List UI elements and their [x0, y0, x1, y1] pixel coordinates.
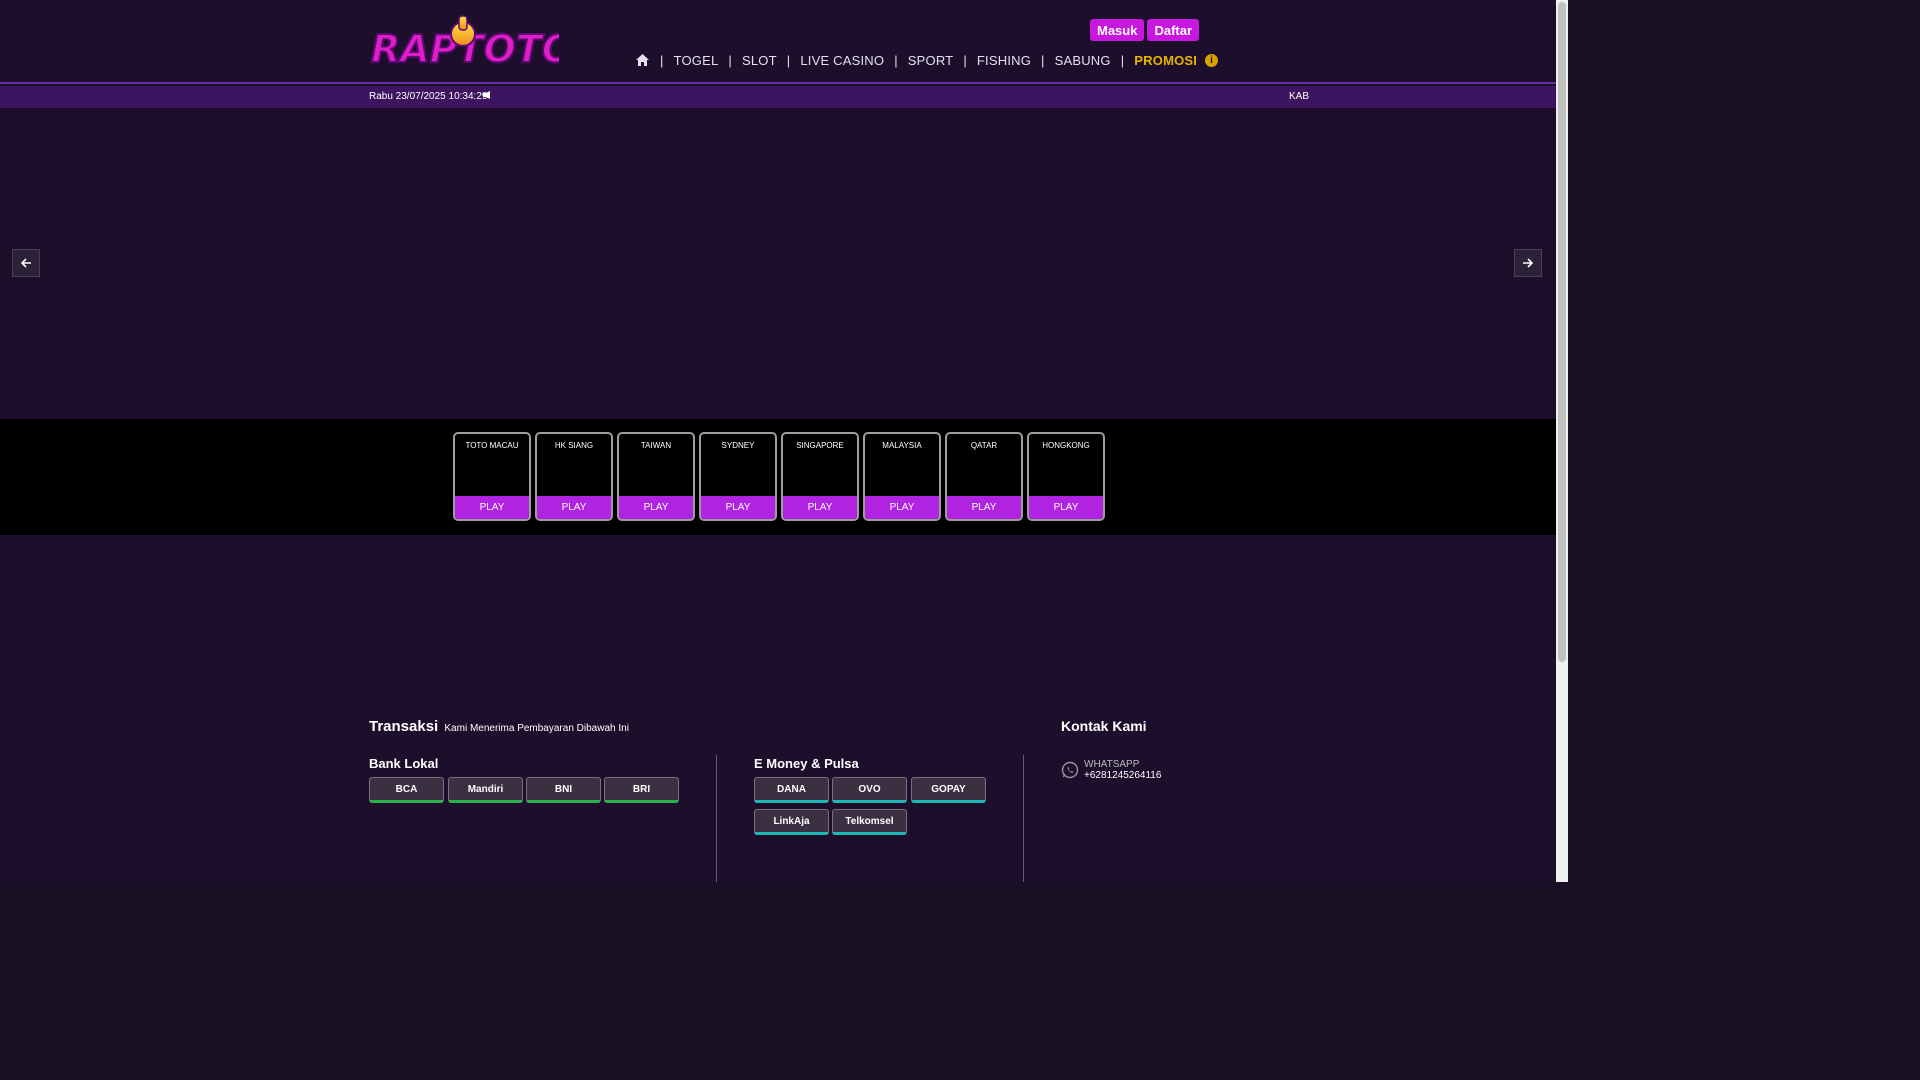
play-button[interactable]: PLAY: [701, 496, 775, 519]
market-card-malaysia[interactable]: MALAYSIA PLAY: [863, 432, 941, 521]
nav-separator: |: [660, 52, 664, 68]
raptoto-logo[interactable]: RAPTOTO: [369, 14, 559, 68]
market-card-taiwan[interactable]: TAIWAN PLAY: [617, 432, 695, 521]
nav-separator: |: [1120, 52, 1125, 68]
whatsapp-icon[interactable]: [1061, 761, 1079, 779]
arrow-right-icon[interactable]: [1514, 249, 1542, 277]
nav-item-sabung[interactable]: SABUNG: [1055, 53, 1111, 68]
contact-title: Kontak Kami: [1061, 718, 1147, 734]
nav-item-slot[interactable]: SLOT: [742, 53, 777, 68]
whatsapp-number[interactable]: +6281245264116: [1084, 770, 1161, 781]
market-name: MALAYSIA: [882, 441, 922, 450]
nav-item-fishing[interactable]: FISHING: [977, 53, 1031, 68]
play-button[interactable]: PLAY: [947, 496, 1021, 519]
market-card-hk-siang[interactable]: HK SIANG PLAY: [535, 432, 613, 521]
bank-bca[interactable]: BCA: [369, 777, 444, 803]
current-datetime: Rabu 23/07/2025 10:34:29: [369, 91, 488, 102]
bank-mandiri[interactable]: Mandiri: [448, 777, 523, 803]
market-name: TOTO MACAU: [465, 441, 519, 450]
bank-bni[interactable]: BNI: [526, 777, 601, 803]
play-button[interactable]: PLAY: [537, 496, 611, 519]
auth-buttons: Masuk Daftar: [1090, 19, 1200, 41]
market-card-qatar[interactable]: QATAR PLAY: [945, 432, 1023, 521]
market-name: HONGKONG: [1042, 441, 1090, 450]
transaksi-title: Transaksi: [369, 718, 439, 735]
market-list: TOTO MACAU PLAY HK SIANG PLAY TAIWAN PLA…: [453, 432, 1105, 521]
emoney-gopay[interactable]: GOPAY: [911, 777, 986, 803]
emoney-linkaja[interactable]: LinkAja: [754, 809, 829, 835]
column-divider: [1023, 755, 1024, 882]
emoney-telkomsel[interactable]: Telkomsel: [832, 809, 907, 835]
register-button[interactable]: Daftar: [1147, 19, 1200, 41]
info-icon[interactable]: i: [1205, 53, 1219, 67]
login-button[interactable]: Masuk: [1090, 19, 1145, 41]
scrollbar-thumb[interactable]: [1558, 2, 1566, 662]
site-header: RAPTOTO Masuk Daftar | TOGEL | SLOT | LI…: [0, 0, 1556, 84]
play-button[interactable]: PLAY: [1029, 496, 1103, 519]
play-button[interactable]: PLAY: [619, 496, 693, 519]
megaphone-icon: [483, 91, 492, 102]
play-button[interactable]: PLAY: [455, 496, 529, 519]
arrow-left-icon[interactable]: [12, 249, 40, 277]
nav-separator: |: [1041, 52, 1045, 68]
main-nav: | TOGEL | SLOT | LIVE CASINO | SPORT | F…: [634, 52, 1219, 68]
ticker-bar: Rabu 23/07/2025 10:34:29 KAB: [0, 86, 1556, 108]
column-divider: [716, 755, 717, 882]
market-name: SINGAPORE: [796, 441, 844, 450]
hero-banner: [0, 108, 1556, 419]
announcement-marquee: KAB: [1289, 91, 1310, 102]
nav-item-promosi[interactable]: PROMOSI: [1134, 53, 1197, 68]
emoney-ovo[interactable]: OVO: [832, 777, 907, 803]
whatsapp-label: WHATSAPP: [1084, 759, 1140, 770]
bank-bri[interactable]: BRI: [604, 777, 679, 803]
play-button[interactable]: PLAY: [865, 496, 939, 519]
nav-item-sport[interactable]: SPORT: [908, 53, 954, 68]
market-card-sydney[interactable]: SYDNEY PLAY: [699, 432, 777, 521]
nav-separator: |: [963, 52, 967, 68]
transaksi-heading: Transaksi Kami Menerima Pembayaran Dibaw…: [369, 718, 629, 735]
play-button[interactable]: PLAY: [783, 496, 857, 519]
nav-separator: |: [786, 52, 791, 68]
bank-lokal-title: Bank Lokal: [369, 756, 439, 771]
nav-item-live-casino[interactable]: LIVE CASINO: [800, 53, 884, 68]
transaksi-subtitle: Kami Menerima Pembayaran Dibawah Ini: [444, 723, 629, 734]
emoney-title: E Money & Pulsa: [754, 756, 859, 771]
market-name: TAIWAN: [640, 441, 672, 450]
market-card-hongkong[interactable]: HONGKONG PLAY: [1027, 432, 1105, 521]
lottery-markets: TOTO MACAU PLAY HK SIANG PLAY TAIWAN PLA…: [0, 419, 1556, 535]
market-card-singapore[interactable]: SINGAPORE PLAY: [781, 432, 859, 521]
market-name: QATAR: [970, 441, 998, 450]
market-name: SYDNEY: [721, 441, 755, 450]
market-card-toto-macau[interactable]: TOTO MACAU PLAY: [453, 432, 531, 521]
emoney-dana[interactable]: DANA: [754, 777, 829, 803]
home-icon[interactable]: [634, 52, 650, 68]
market-name: HK SIANG: [554, 441, 594, 450]
nav-separator: |: [728, 52, 732, 68]
nav-item-togel[interactable]: TOGEL: [674, 53, 719, 68]
nav-separator: |: [894, 52, 898, 68]
